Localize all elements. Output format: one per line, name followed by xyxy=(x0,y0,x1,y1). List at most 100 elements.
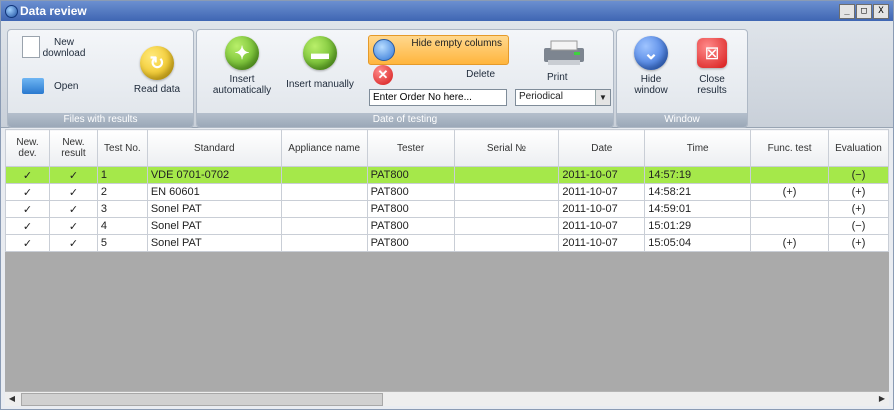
column-header[interactable]: Standard xyxy=(146,129,282,167)
table-cell-time[interactable]: 15:05:04 xyxy=(644,234,752,252)
table-cell-test-no[interactable]: 3 xyxy=(96,200,148,218)
close-box-icon: ⊠ xyxy=(697,38,727,68)
table-cell-eval[interactable]: (+) xyxy=(827,234,889,252)
table-cell-appliance[interactable] xyxy=(280,234,368,252)
table-cell-new-dev[interactable]: ✓ xyxy=(5,217,50,235)
table-cell-standard[interactable]: Sonel PAT xyxy=(146,200,282,218)
table-cell-new-dev[interactable]: ✓ xyxy=(5,183,50,201)
hide-window-button[interactable]: ⌄ Hide window xyxy=(623,36,679,96)
maximize-button[interactable]: □ xyxy=(856,4,872,19)
table-cell-test-no[interactable]: 4 xyxy=(96,217,148,235)
column-header[interactable]: Evaluation xyxy=(827,129,889,167)
column-header[interactable]: Time xyxy=(644,129,752,167)
table-cell-date[interactable]: 2011-10-07 xyxy=(558,166,646,184)
column-header[interactable]: Test No. xyxy=(96,129,148,167)
hide-empty-columns-button[interactable]: Hide empty columns xyxy=(368,35,509,65)
results-table: New. dev. New. result Test No. Standard … xyxy=(5,129,889,252)
close-results-button[interactable]: ⊠ Close results xyxy=(683,36,741,96)
table-cell-test-no[interactable]: 2 xyxy=(96,183,148,201)
table-cell-func[interactable]: (+) xyxy=(750,183,829,201)
table-cell-serial[interactable] xyxy=(453,166,560,184)
table-cell-standard[interactable]: Sonel PAT xyxy=(146,234,282,252)
table-cell-serial[interactable] xyxy=(453,234,560,252)
table-cell-tester[interactable]: PAT800 xyxy=(366,234,455,252)
table-cell-tester[interactable]: PAT800 xyxy=(366,217,455,235)
table-cell-standard[interactable]: VDE 0701-0702 xyxy=(146,166,282,184)
table-cell-date[interactable]: 2011-10-07 xyxy=(558,183,646,201)
order-number-input[interactable] xyxy=(369,89,507,106)
scroll-left-icon[interactable]: ◀ xyxy=(5,392,19,406)
scrollbar-thumb[interactable] xyxy=(21,393,383,406)
table-cell-eval[interactable]: (+) xyxy=(827,200,889,218)
print-label[interactable]: Print xyxy=(547,72,568,83)
column-header[interactable]: Serial № xyxy=(453,129,560,167)
table-cell-tester[interactable]: PAT800 xyxy=(366,183,455,201)
insert-manually-button[interactable]: ▬ Insert manually xyxy=(283,36,357,90)
column-header[interactable]: New. dev. xyxy=(5,129,50,167)
group-files-with-results: New download Open ↻ Read data Files with… xyxy=(7,29,194,128)
table-cell-serial[interactable] xyxy=(453,183,560,201)
close-window-button[interactable]: X xyxy=(873,4,889,19)
minimize-button[interactable]: _ xyxy=(839,4,855,19)
printer-icon[interactable] xyxy=(542,40,586,66)
column-header[interactable]: Appliance name xyxy=(280,129,368,167)
table-cell-appliance[interactable] xyxy=(280,200,368,218)
scroll-right-icon[interactable]: ▶ xyxy=(875,392,889,406)
table-cell-date[interactable]: 2011-10-07 xyxy=(558,234,646,252)
title-bar[interactable]: Data review _ □ X xyxy=(1,1,893,21)
table-cell-appliance[interactable] xyxy=(280,183,368,201)
table-cell-func[interactable] xyxy=(750,200,829,218)
new-download-button[interactable]: New download xyxy=(22,34,92,64)
table-cell-time[interactable]: 14:58:21 xyxy=(644,183,752,201)
column-header[interactable]: Func. test xyxy=(750,129,829,167)
read-data-button[interactable]: ↻ Read data xyxy=(130,46,184,95)
keyboard-icon: ▬ xyxy=(303,36,337,70)
table-cell-standard[interactable]: EN 60601 xyxy=(146,183,282,201)
table-cell-eval[interactable]: (−) xyxy=(827,166,889,184)
table-cell-tester[interactable]: PAT800 xyxy=(366,200,455,218)
table-cell-new-result[interactable]: ✓ xyxy=(48,217,98,235)
table-cell-new-dev[interactable]: ✓ xyxy=(5,200,50,218)
column-header[interactable]: Tester xyxy=(366,129,455,167)
table-cell-test-no[interactable]: 5 xyxy=(96,234,148,252)
period-select[interactable]: Periodical ▼ xyxy=(515,89,611,106)
table-cell-func[interactable] xyxy=(750,166,829,184)
table-cell-appliance[interactable] xyxy=(280,166,368,184)
delete-button[interactable]: ✕ Delete xyxy=(369,65,507,87)
table-cell-serial[interactable] xyxy=(453,200,560,218)
table-cell-func[interactable] xyxy=(750,217,829,235)
horizontal-scrollbar[interactable]: ◀ ▶ xyxy=(5,391,889,406)
results-grid: New. dev. New. result Test No. Standard … xyxy=(5,129,889,391)
table-cell-serial[interactable] xyxy=(453,217,560,235)
table-cell-test-no[interactable]: 1 xyxy=(96,166,148,184)
table-cell-eval[interactable]: (−) xyxy=(827,217,889,235)
table-row[interactable]: ✓ ✓ 4 Sonel PAT PAT800 2011-10-07 15:01:29 (−) xyxy=(5,217,889,235)
table-cell-appliance[interactable] xyxy=(280,217,368,235)
group-date-of-testing: ✦ Insert automatically ▬ Insert manually… xyxy=(196,29,614,128)
table-cell-date[interactable]: 2011-10-07 xyxy=(558,217,646,235)
table-cell-tester[interactable]: PAT800 xyxy=(366,166,455,184)
table-cell-new-result[interactable]: ✓ xyxy=(48,183,98,201)
table-row[interactable]: ✓ ✓ 2 EN 60601 PAT800 2011-10-07 14:58:21 (+) (+… xyxy=(5,183,889,201)
table-cell-time[interactable]: 14:57:19 xyxy=(644,166,752,184)
insert-automatically-button[interactable]: ✦ Insert automatically xyxy=(205,36,279,96)
table-cell-func[interactable]: (+) xyxy=(750,234,829,252)
chevron-down-icon[interactable]: ▼ xyxy=(595,90,610,105)
table-row[interactable]: ✓ ✓ 3 Sonel PAT PAT800 2011-10-07 14:59:01 (+) xyxy=(5,200,889,218)
table-cell-new-result[interactable]: ✓ xyxy=(48,166,98,184)
table-cell-eval[interactable]: (+) xyxy=(827,183,889,201)
table-cell-time[interactable]: 15:01:29 xyxy=(644,217,752,235)
table-cell-date[interactable]: 2011-10-07 xyxy=(558,200,646,218)
open-button[interactable]: Open xyxy=(22,76,82,98)
table-row[interactable]: ✓ ✓ 1 VDE 0701-0702 PAT800 2011-10-07 14:57:19… xyxy=(5,166,889,184)
column-header[interactable]: New. result xyxy=(48,129,98,167)
column-header[interactable]: Date xyxy=(558,129,646,167)
table-cell-time[interactable]: 14:59:01 xyxy=(644,200,752,218)
group-label-window: Window xyxy=(617,113,747,127)
table-cell-standard[interactable]: Sonel PAT xyxy=(146,217,282,235)
table-cell-new-result[interactable]: ✓ xyxy=(48,234,98,252)
table-row[interactable]: ✓ ✓ 5 Sonel PAT PAT800 2011-10-07 15:05:04 (+)(… xyxy=(5,234,889,252)
table-cell-new-dev[interactable]: ✓ xyxy=(5,234,50,252)
table-cell-new-dev[interactable]: ✓ xyxy=(5,166,50,184)
table-cell-new-result[interactable]: ✓ xyxy=(48,200,98,218)
